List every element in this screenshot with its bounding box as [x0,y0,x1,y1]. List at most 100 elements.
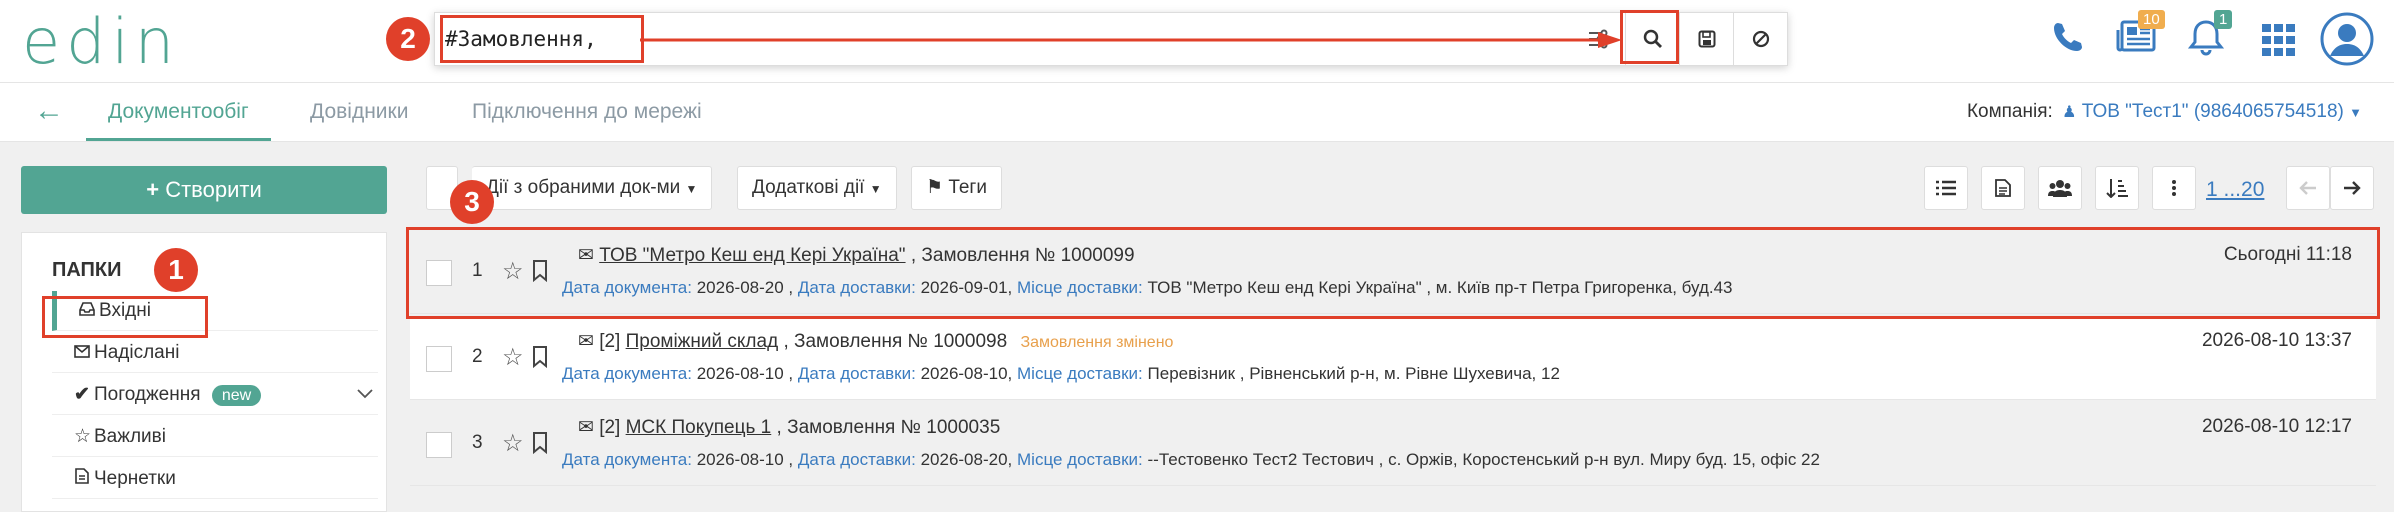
envelope-open-icon: ✉ [578,331,594,352]
extra-actions-button[interactable]: Додаткові дії ▼ [737,166,897,210]
highlight-inbox [42,296,208,338]
users-icon [2048,180,2072,197]
folder-label: Важливі [94,426,166,447]
extra-actions-label: Додаткові дії [752,177,865,198]
sort-button[interactable] [2095,166,2139,210]
create-button-label: Створити [165,177,262,202]
row-meta: Дата документа: 2026-08-10 , Дата достав… [562,364,1560,384]
row-title[interactable]: ✉ [2] Проміжний склад , Замовлення № 100… [578,330,1173,353]
vertical-dots-icon [2172,180,2176,196]
edin-logo[interactable]: edin [22,11,180,73]
row-checkbox[interactable] [426,346,452,372]
place-label: Місце доставки: [1017,450,1143,469]
caret-down-icon: ▼ [685,182,698,196]
plus-icon: + [146,177,160,202]
row-number: 2 [472,346,483,367]
list-view-button[interactable] [1924,166,1968,210]
back-arrow-icon[interactable]: ← [34,83,64,141]
tags-label: Теги [948,177,987,198]
row-number: 3 [472,432,483,453]
list-icon [1936,180,1956,196]
folders-panel: ПАПКИ Вхідні Надіслані ✔ Погодження new … [21,232,387,512]
tags-button[interactable]: ⚑ Теги [911,166,1002,210]
apps-grid-icon[interactable] [2262,24,2296,61]
table-row[interactable]: 3 ☆ ✉ [2] МСК Покупець 1 , Замовлення № … [410,402,2376,486]
document-icon [74,459,90,499]
delivery-date-label: Дата доставки: [797,450,916,469]
sort-icon [2106,179,2128,198]
row-checkbox[interactable] [426,432,452,458]
folder-label: Надіслані [94,342,180,363]
document-view-button[interactable] [1981,166,2025,210]
row-party-link[interactable]: МСК Покупець 1 [626,417,772,438]
folders-title: ПАПКИ [52,259,122,281]
phone-icon[interactable] [2052,20,2084,59]
create-button[interactable]: + Створити [21,166,387,214]
notification-count-badge: 1 [2214,10,2233,29]
place: --Тестовенко Тест2 Тестович , с. Оржів, … [1147,450,1820,469]
user-avatar-icon[interactable] [2320,12,2374,71]
star-icon[interactable]: ☆ [502,343,524,372]
prev-page-button[interactable] [2286,166,2330,210]
folder-sent[interactable]: Надіслані [52,333,378,373]
caret-down-icon: ▼ [2349,105,2362,120]
annotation-badge-3: 3 [450,180,494,224]
clear-search-button[interactable] [1733,13,1787,65]
new-badge: new [211,385,262,406]
user-icon: ♟ [2062,104,2077,121]
tab-network-connection[interactable]: Підключення до мережі [472,83,702,141]
tag-icon: ⚑ [926,177,944,198]
bulk-actions-button[interactable]: Дії з обраними док-ми ▼ [472,166,713,210]
doc-date-label: Дата документа: [562,364,692,383]
row-meta: Дата документа: 2026-08-10 , Дата достав… [562,450,1820,470]
bulk-actions-label: Дії з обраними док-ми [486,177,681,198]
delivery-date: 2026-08-20, [920,450,1013,469]
row-prefix: [2] [599,417,621,438]
pagination-range[interactable]: 1 ...20 [2206,178,2264,202]
bookmark-icon[interactable] [532,432,548,459]
place-label: Місце доставки: [1017,364,1143,383]
chevron-down-icon[interactable] [356,375,374,415]
row-title[interactable]: ✉ [2] МСК Покупець 1 , Замовлення № 1000… [578,416,1008,439]
star-icon: ☆ [74,426,92,447]
envelope-icon [74,333,90,373]
row-prefix: [2] [599,331,621,352]
company-selector[interactable]: Компанія: ♟ ТОВ "Тест1" (9864065754518) … [1967,83,2362,141]
doc-date-label: Дата документа: [562,450,692,469]
top-bar: edin #Замовлення, 2 10 1 [0,0,2394,82]
row-date: 2026-08-10 13:37 [2201,330,2352,351]
news-count-badge: 10 [2138,10,2165,29]
document-icon [1995,179,2011,197]
star-icon[interactable]: ☆ [502,429,524,458]
highlight-search-value [440,15,644,63]
highlight-search-button [1620,10,1679,64]
doc-date: 2026-08-10 , [696,450,794,469]
table-row[interactable]: 2 ☆ ✉ [2] Проміжний склад , Замовлення №… [410,316,2376,400]
next-page-button[interactable] [2330,166,2374,210]
bookmark-icon[interactable] [532,346,548,373]
place: Перевізник , Рівненський р-н, м. Рівне Ш… [1147,364,1560,383]
folder-important[interactable]: ☆ Важливі [52,417,378,457]
row-date: 2026-08-10 12:17 [2201,416,2352,437]
row-party-link[interactable]: Проміжний склад [626,331,779,352]
row-doc: , Замовлення № 1000035 [776,417,1001,438]
arrow-right-icon [2344,181,2361,195]
arrow-left-icon [2299,181,2316,195]
main-nav: ← Документообіг Довідники Підключення до… [0,82,2394,142]
partners-button[interactable] [2038,166,2082,210]
folder-label: Погодження [94,384,201,405]
tab-document-flow[interactable]: Документообіг [86,83,271,141]
folder-label: Чернетки [94,468,176,489]
envelope-open-icon: ✉ [578,417,594,438]
annotation-badge-2: 2 [386,17,430,61]
company-value: ТОВ "Тест1" (9864065754518) [2081,101,2344,122]
tab-directories[interactable]: Довідники [310,83,408,141]
folder-approvals[interactable]: ✔ Погодження new [52,375,378,415]
doc-date: 2026-08-10 , [696,364,794,383]
folder-drafts[interactable]: Чернетки [52,459,378,499]
save-search-button[interactable] [1679,13,1733,65]
ban-icon [1752,30,1769,48]
annotation-badge-1: 1 [154,248,198,292]
row-status: Замовлення змінено [1020,334,1174,351]
more-options-button[interactable] [2152,166,2196,210]
